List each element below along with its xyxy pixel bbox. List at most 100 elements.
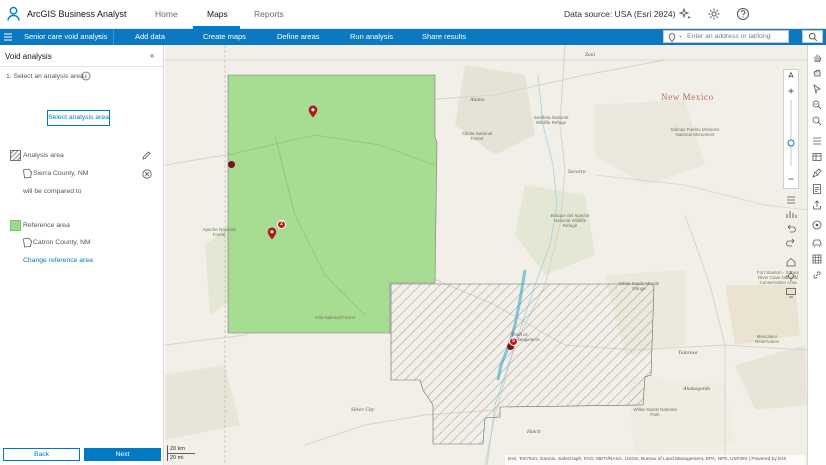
park-label: White Sands National Park — [633, 407, 677, 417]
park-label: Gila National Forest — [315, 315, 355, 320]
export-icon[interactable] — [811, 199, 823, 211]
scale-km: 20 km — [170, 446, 185, 452]
app-title: ArcGIS Business Analyst — [27, 9, 127, 19]
zoom-out-icon[interactable] — [784, 172, 798, 186]
place-label: Tularosa — [678, 350, 698, 356]
next-button[interactable]: Next — [84, 448, 161, 461]
report-icon[interactable] — [811, 183, 823, 195]
layers-list-icon[interactable] — [811, 135, 823, 147]
map-view[interactable]: New Mexico Zuni Alamo Socorro Tularosa A… — [165, 45, 807, 465]
grab-hand-icon[interactable] — [811, 67, 823, 79]
monitor-icon[interactable] — [784, 285, 798, 299]
panel-title: Void analysis — [5, 52, 52, 61]
cluster-count-badge[interactable]: 5 — [509, 337, 518, 346]
right-toolbar — [807, 45, 826, 465]
locate-icon[interactable] — [784, 269, 798, 283]
park-label: Bosque del Apache National Wildlife Refu… — [550, 213, 590, 228]
tab-home[interactable]: Home — [155, 9, 178, 19]
create-maps-button[interactable]: Create maps — [203, 32, 246, 41]
compass-icon[interactable] — [784, 70, 798, 84]
park-label: White Sands Missile Range — [618, 281, 660, 291]
chevron-down-icon[interactable]: ⌄ — [96, 31, 102, 39]
define-areas-button[interactable]: Define areas — [277, 32, 320, 41]
reference-swatch-icon — [10, 220, 21, 231]
add-data-button[interactable]: Add data — [135, 32, 165, 41]
park-label: Mescalero Reservation — [754, 334, 779, 344]
search-button[interactable] — [802, 30, 823, 43]
search-input[interactable]: Enter an address or lat/long — [687, 33, 771, 40]
run-analysis-button[interactable]: Run analysis — [350, 32, 393, 41]
tab-reports[interactable]: Reports — [254, 9, 284, 19]
map-attribution: Esri, TomTom, Garmin, SafeGraph, FAO, ME… — [505, 455, 805, 465]
park-label: Apache National Forest — [202, 227, 236, 237]
park-label: Sevilleta National Wildlife Refuge — [533, 115, 569, 125]
state-label: New Mexico — [661, 92, 714, 102]
zoom-slider[interactable] — [784, 98, 798, 168]
reference-area-label: Reference area — [23, 222, 70, 229]
share-results-button[interactable]: Share results — [422, 32, 466, 41]
app-window: ArcGIS Business Analyst Home Maps Report… — [0, 0, 826, 465]
zoom-control — [783, 69, 799, 189]
location-dot[interactable] — [228, 161, 235, 168]
help-icon[interactable] — [736, 7, 750, 21]
basemap — [165, 45, 807, 465]
toolbar-divider — [113, 29, 114, 45]
polygon-icon — [23, 237, 32, 248]
compared-text: will be compared to — [23, 188, 82, 195]
gear-icon[interactable] — [707, 7, 721, 21]
info-icon[interactable] — [81, 71, 91, 81]
scale-mi: 20 mi — [170, 455, 184, 461]
collapse-panel-icon[interactable]: « — [150, 51, 154, 60]
address-search[interactable]: ⌄ Enter an address or lat/long — [663, 30, 789, 43]
place-label: Zuni — [585, 52, 596, 58]
place-label: Alamogordo — [683, 386, 711, 392]
table-icon[interactable] — [811, 151, 823, 163]
chart-icon[interactable] — [784, 207, 798, 221]
divider — [0, 66, 164, 67]
zoom-area-icon[interactable] — [811, 99, 823, 111]
place-label: Hatch — [527, 429, 541, 435]
select-analysis-area-button[interactable]: Select analysis area — [47, 110, 110, 126]
hatched-area-icon — [10, 150, 21, 161]
pan-hand-icon[interactable] — [811, 51, 823, 63]
pointer-icon[interactable] — [811, 83, 823, 95]
park-label: Salinas Pueblo Missions National Monumen… — [670, 127, 720, 137]
chevron-down-icon[interactable]: ⌄ — [657, 8, 664, 17]
zoom-in-icon[interactable] — [784, 84, 798, 98]
park-label: Cibola National Forest — [461, 131, 493, 141]
place-label: Silver City — [351, 407, 375, 413]
sparkle-icon[interactable] — [678, 7, 692, 21]
style-icon[interactable] — [811, 167, 823, 179]
car-icon[interactable] — [811, 237, 823, 249]
redo-icon[interactable] — [784, 235, 798, 249]
zoom-out-area-icon[interactable] — [811, 115, 823, 127]
change-reference-area-link[interactable]: Change reference area — [23, 257, 93, 264]
edit-pencil-icon[interactable] — [142, 151, 151, 160]
list-icon[interactable] — [784, 193, 798, 207]
link-icon[interactable] — [811, 269, 823, 281]
home-icon[interactable] — [784, 255, 798, 269]
chevron-down-icon[interactable]: ⌄ — [678, 32, 683, 39]
menu-icon[interactable] — [3, 32, 13, 42]
reference-area-value: Catron County, NM — [33, 239, 91, 246]
tab-maps[interactable]: Maps — [207, 9, 228, 19]
clear-icon[interactable] — [142, 169, 152, 179]
project-selector[interactable]: Senior care void analysis — [24, 32, 107, 41]
place-label: Socorro — [568, 169, 586, 175]
grid-icon[interactable] — [811, 253, 823, 265]
void-analysis-panel: Void analysis « 1. Select an analysis ar… — [0, 45, 164, 465]
step-instruction: 1. Select an analysis area. — [6, 73, 86, 80]
location-marker-icon[interactable] — [308, 105, 318, 118]
settings-circle-icon[interactable] — [811, 219, 823, 231]
analysis-area-value: Sierra County, NM — [33, 170, 89, 177]
cluster-count-badge[interactable]: 2 — [277, 220, 286, 229]
arcgis-logo-icon — [7, 6, 20, 21]
location-marker-icon[interactable] — [267, 227, 277, 240]
top-header: ArcGIS Business Analyst Home Maps Report… — [0, 0, 826, 29]
undo-icon[interactable] — [784, 221, 798, 235]
polygon-icon — [23, 168, 32, 179]
back-button[interactable]: Back — [3, 448, 80, 461]
search-icon — [808, 32, 818, 42]
scale-bar: 20 km 20 mi — [167, 445, 227, 463]
place-label: Alamo — [470, 97, 485, 103]
